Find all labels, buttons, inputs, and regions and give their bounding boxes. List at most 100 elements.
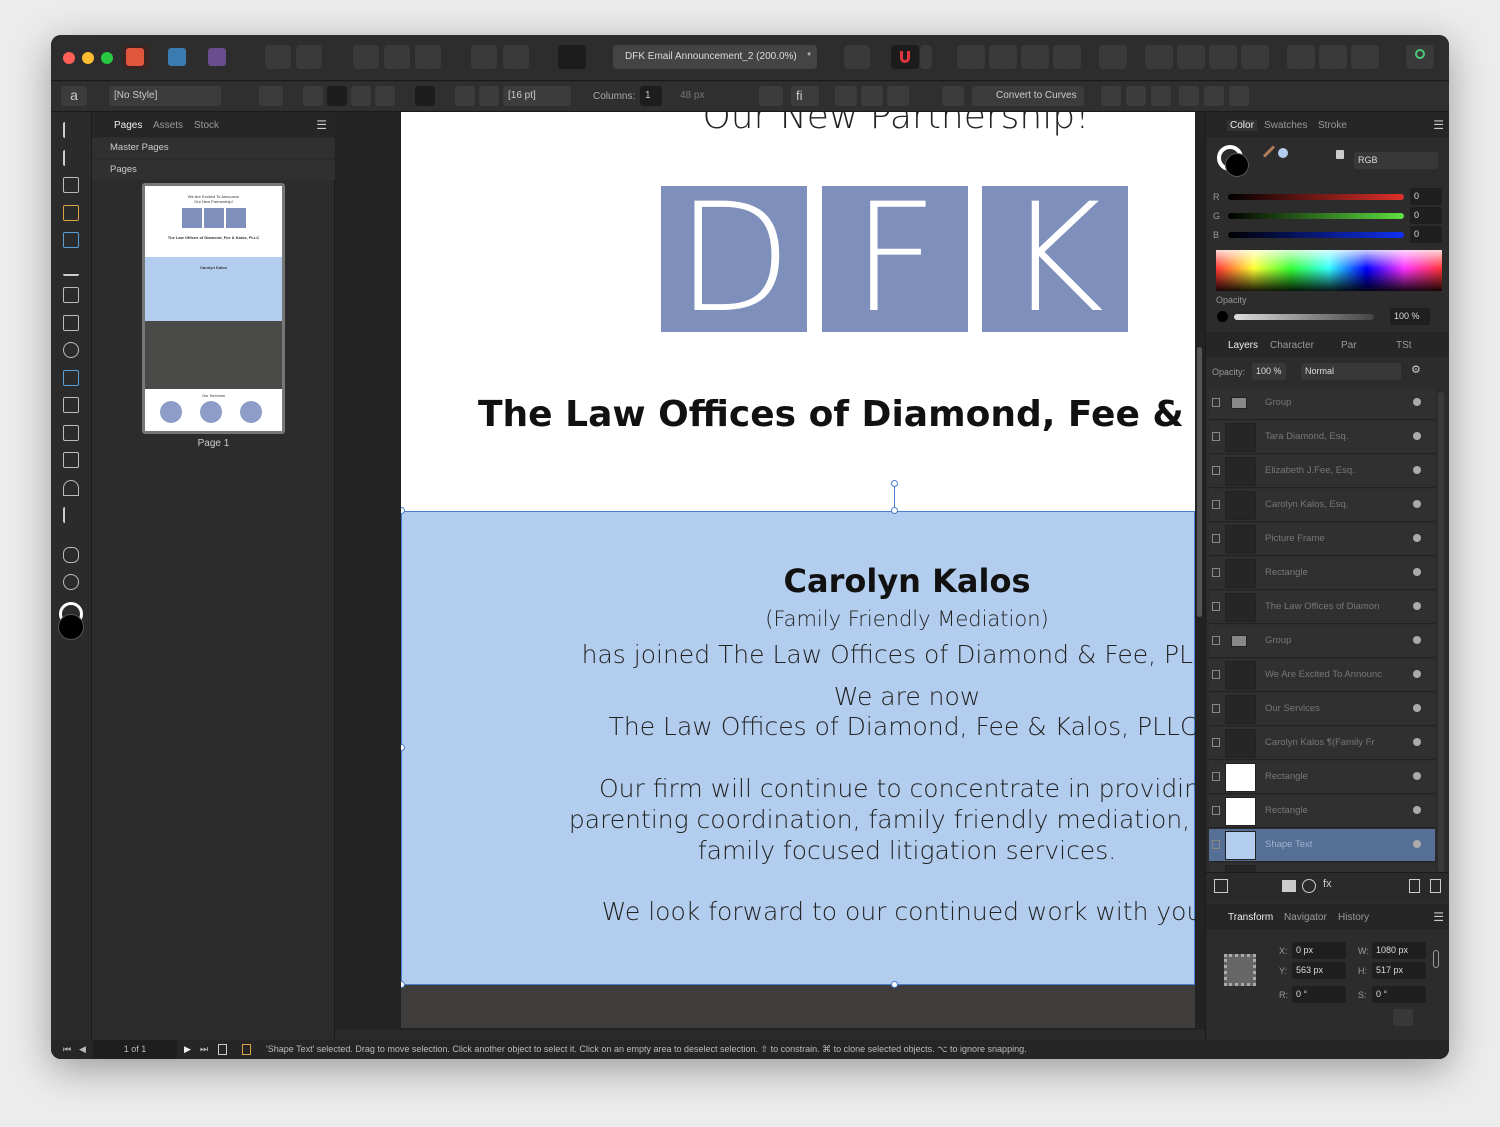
hand-tool-icon[interactable] <box>63 547 79 563</box>
shear-input[interactable]: 0 ° <box>1372 986 1426 1003</box>
align-left-edge-icon[interactable] <box>1101 86 1121 106</box>
photo-persona-icon[interactable] <box>205 45 231 69</box>
spread-view-icon[interactable] <box>218 1044 227 1055</box>
document-title-tab[interactable]: DFK Email Announcement_2 (200.0%) * <box>613 45 817 69</box>
anchor-point-selector[interactable] <box>1224 954 1256 986</box>
table-tool-icon[interactable] <box>63 205 79 221</box>
fill-swatch[interactable] <box>1225 153 1249 177</box>
tab-character[interactable]: Character <box>1270 340 1314 351</box>
pages-section[interactable]: Pages <box>92 160 335 180</box>
tab-layers[interactable]: Layers <box>1228 340 1258 351</box>
page-thumbnail[interactable]: We Are Excited To Announce Our New Partn… <box>142 183 285 434</box>
layer-visibility-toggle[interactable] <box>1413 500 1421 508</box>
tab-transform[interactable]: Transform <box>1228 912 1273 923</box>
g-input[interactable]: 0 <box>1410 207 1442 224</box>
layer-row[interactable]: The Law Offices of Diamon <box>1209 591 1435 624</box>
layer-row[interactable]: Shape Text <box>1209 829 1435 862</box>
panel-menu-icon[interactable]: ☰ <box>316 118 327 132</box>
tab-pages[interactable]: Pages <box>114 120 142 131</box>
resize-handle-bottom[interactable] <box>891 981 898 988</box>
bullet-list-icon[interactable] <box>455 86 475 106</box>
crop-tool-icon[interactable] <box>63 425 79 441</box>
picture-frame-icon[interactable] <box>415 45 441 69</box>
gutter-input[interactable]: 48 px <box>675 86 739 106</box>
picked-color-swatch[interactable] <box>1278 148 1288 158</box>
layer-row[interactable]: Elizabeth J.Fee, Esq. <box>1209 455 1435 488</box>
last-page-icon[interactable]: ⏭ <box>200 1040 208 1059</box>
tab-swatches[interactable]: Swatches <box>1264 120 1307 131</box>
zoom-button[interactable] <box>101 52 113 64</box>
text-wrap-icon[interactable] <box>503 45 529 69</box>
tab-stock[interactable]: Stock <box>194 120 219 131</box>
close-button[interactable] <box>63 52 75 64</box>
layer-visibility-toggle[interactable] <box>1413 772 1421 780</box>
fill-color-swatch[interactable] <box>58 614 84 640</box>
fill-tool-icon[interactable] <box>63 397 79 413</box>
ligatures-icon[interactable]: fi <box>791 86 819 106</box>
character-button[interactable]: a <box>61 86 87 106</box>
opacity-slider[interactable] <box>1234 314 1374 320</box>
layer-visibility-toggle[interactable] <box>1413 738 1421 746</box>
tab-text-styles[interactable]: TSt <box>1396 340 1412 351</box>
node-tool-icon[interactable] <box>63 150 79 166</box>
align-left-icon[interactable] <box>303 86 323 106</box>
layer-visibility-toggle[interactable] <box>1413 432 1421 440</box>
first-page-icon[interactable]: ⏮ <box>63 1040 71 1059</box>
transform-origin-icon[interactable] <box>861 86 883 106</box>
transform-options-icon[interactable] <box>1393 1009 1413 1026</box>
text-frame-options-icon[interactable] <box>759 86 783 106</box>
picture-frame-tool-icon[interactable] <box>63 315 79 331</box>
pin-icon[interactable] <box>471 45 497 69</box>
h-input[interactable]: 517 px <box>1372 962 1426 979</box>
prev-page-icon[interactable]: ◀ <box>79 1040 86 1059</box>
pen-tool-icon[interactable] <box>63 260 79 276</box>
convert-to-curves-button[interactable]: Convert to Curves <box>972 86 1084 106</box>
x-input[interactable]: 0 px <box>1292 942 1346 959</box>
tab-assets[interactable]: Assets <box>153 120 183 131</box>
rotation-input[interactable]: 0 ° <box>1292 986 1346 1003</box>
layer-visibility-toggle[interactable] <box>1413 534 1421 542</box>
gradient-tool-icon[interactable] <box>63 452 79 468</box>
layer-visibility-toggle[interactable] <box>1413 806 1421 814</box>
move-tool-icon[interactable] <box>63 122 79 138</box>
g-slider[interactable] <box>1228 213 1404 219</box>
transparency-tool-icon[interactable] <box>63 480 79 496</box>
tab-navigator[interactable]: Navigator <box>1284 912 1327 923</box>
preview-mode-icon[interactable] <box>558 45 586 69</box>
align-right-edge-icon[interactable] <box>1151 86 1171 106</box>
font-size-dropdown[interactable]: [16 pt] <box>503 86 571 106</box>
layer-settings-gear-icon[interactable]: ⚙ <box>1411 363 1421 376</box>
baseline-grid-icon[interactable] <box>844 45 870 69</box>
zoom-tool-icon[interactable] <box>63 574 79 590</box>
opacity-input[interactable]: 100 % <box>1390 308 1430 325</box>
r-input[interactable]: 0 <box>1410 188 1442 205</box>
move-back-icon[interactable] <box>989 45 1017 69</box>
layer-row[interactable]: We Are Excited To Announc <box>1209 659 1435 692</box>
justify-icon[interactable] <box>375 86 395 106</box>
fx-icon[interactable]: fx <box>1323 878 1332 890</box>
align-top-icon[interactable] <box>1179 86 1199 106</box>
align-icon[interactable] <box>1099 45 1127 69</box>
color-spectrum[interactable] <box>1216 250 1442 291</box>
snapping-magnet-icon[interactable] <box>891 45 919 69</box>
color-picker-tool-icon[interactable] <box>63 507 79 523</box>
y-input[interactable]: 563 px <box>1292 962 1346 979</box>
eyedropper-icon[interactable] <box>1262 145 1276 158</box>
user-account-icon[interactable] <box>1406 45 1434 69</box>
lock-aspect-icon[interactable] <box>1433 950 1439 968</box>
add-layer-icon[interactable] <box>1409 879 1420 893</box>
align-bottom-icon[interactable] <box>1229 86 1249 106</box>
paragraph-style-dropdown[interactable]: [No Style] <box>109 86 221 106</box>
preferences-icon[interactable] <box>296 45 322 69</box>
lock-icon[interactable] <box>1336 150 1344 159</box>
canvas[interactable]: Our New Partnership! D F K The Law Offic… <box>335 112 1205 1030</box>
frame-icon[interactable] <box>384 45 410 69</box>
frame-text-tool-icon[interactable] <box>63 177 79 193</box>
artistic-text-tool-icon[interactable] <box>63 232 79 248</box>
columns-input[interactable]: 1 <box>640 86 662 106</box>
layer-visibility-toggle[interactable] <box>1413 670 1421 678</box>
layers-scrollbar[interactable] <box>1438 392 1444 872</box>
paragraph-button[interactable] <box>259 86 283 106</box>
w-input[interactable]: 1080 px <box>1372 942 1426 959</box>
layer-row[interactable]: Tara Diamond, Esq. <box>1209 421 1435 454</box>
